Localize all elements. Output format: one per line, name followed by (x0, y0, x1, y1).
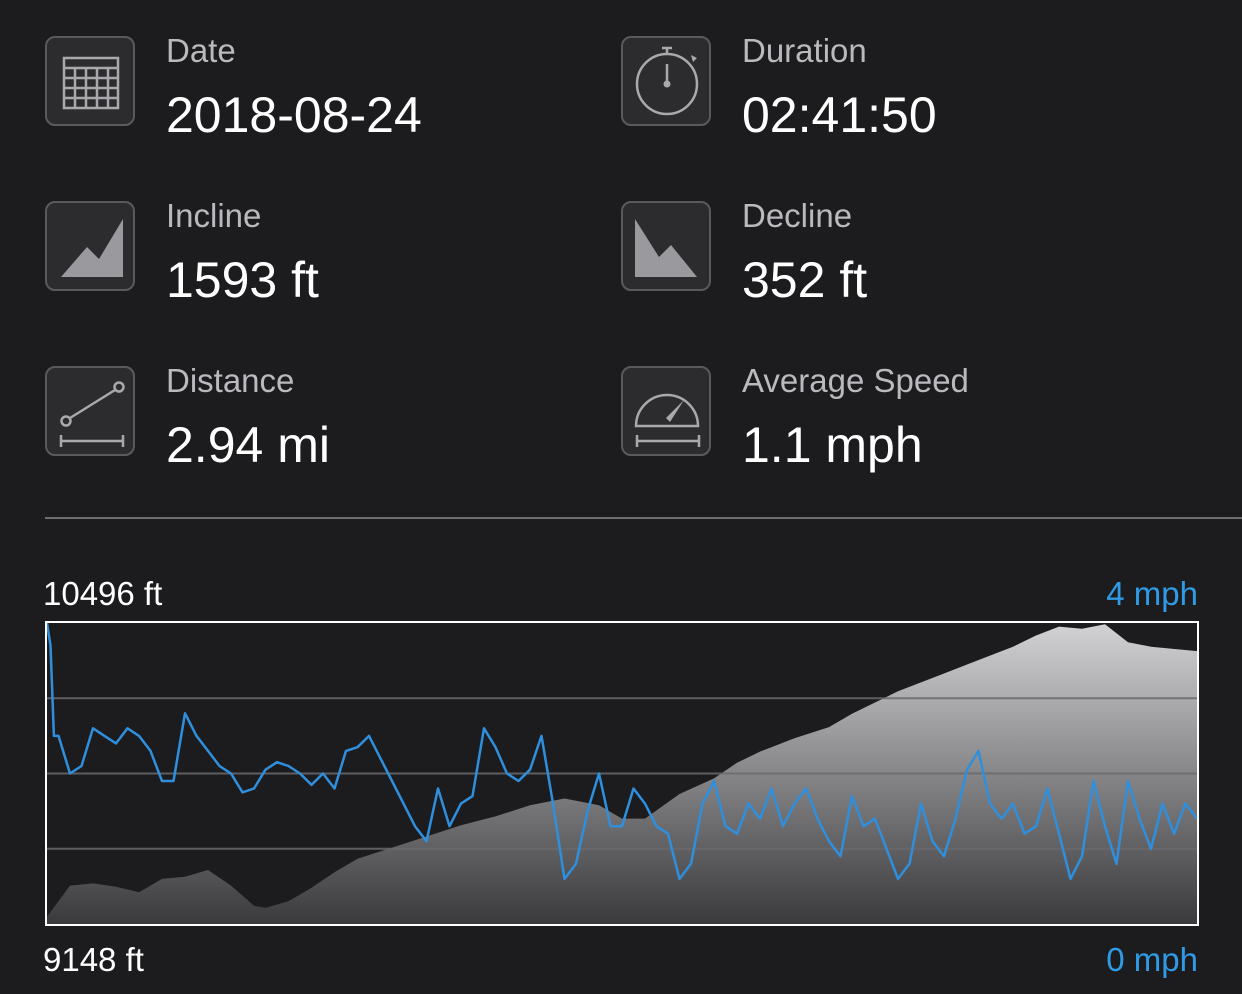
date-label: Date (166, 32, 236, 69)
distance-value: 2.94 mi (166, 417, 330, 473)
duration-value: 02:41:50 (742, 87, 937, 143)
calendar-icon (45, 36, 135, 126)
duration-label: Duration (742, 32, 867, 69)
average-speed-label: Average Speed (742, 362, 969, 399)
average-speed-value: 1.1 mph (742, 417, 923, 473)
date-value: 2018-08-24 (166, 87, 422, 143)
elevation-min-label: 9148 ft (43, 941, 144, 978)
distance-icon (45, 366, 135, 456)
decline-icon (621, 201, 711, 291)
incline-label: Incline (166, 197, 262, 234)
stat-duration: Duration 02:41:50 (621, 32, 1181, 146)
decline-label: Decline (742, 197, 853, 234)
stat-distance: Distance 2.94 mi (45, 362, 605, 476)
speedometer-icon (621, 366, 711, 456)
incline-icon (45, 201, 135, 291)
stat-incline: Incline 1593 ft (45, 197, 605, 311)
stopwatch-icon (621, 36, 711, 126)
stat-decline: Decline 352 ft (621, 197, 1181, 311)
speed-min-label: 0 mph (1106, 941, 1198, 978)
stat-date: Date 2018-08-24 (45, 32, 605, 146)
stat-average-speed: Average Speed 1.1 mph (621, 362, 1181, 476)
decline-value: 352 ft (742, 252, 868, 308)
incline-value: 1593 ft (166, 252, 319, 308)
elevation-speed-chart (45, 621, 1199, 926)
elevation-max-label: 10496 ft (43, 575, 163, 612)
speed-max-label: 4 mph (1106, 575, 1198, 612)
section-divider (45, 517, 1242, 519)
distance-label: Distance (166, 362, 295, 399)
